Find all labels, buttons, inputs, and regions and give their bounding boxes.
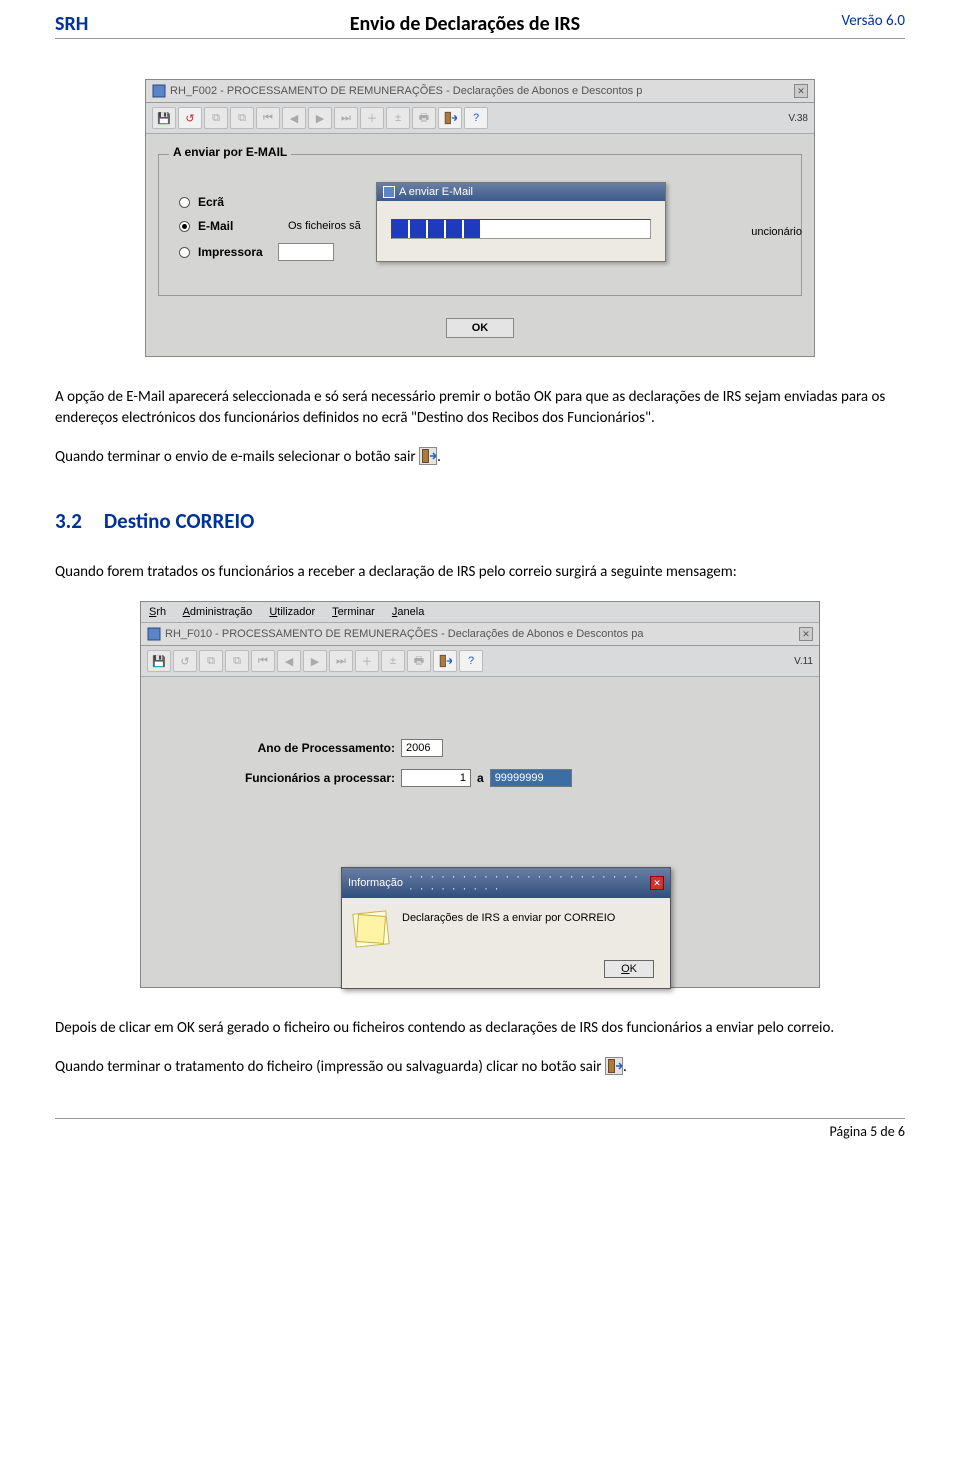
copy-icon[interactable]: ⧉ [204, 107, 228, 129]
save-icon[interactable]: 💾 [152, 107, 176, 129]
paste-icon[interactable]: ⧉ [225, 650, 249, 672]
print-icon[interactable]: 🖶 [407, 650, 431, 672]
window2-toolbar: 💾 ↺ ⧉ ⧉ ⏮ ◀ ▶ ⏭ ＋ ± 🖶 ? V.11 [141, 646, 819, 677]
info-dialog-titlebar: Informação · · · · · · · · · · · · · · ·… [342, 868, 670, 898]
paragraph-2b: . [437, 448, 441, 466]
info-dialog-text: Declarações de IRS a enviar por CORREIO [402, 912, 615, 924]
window2-title: RH_F010 - PROCESSAMENTO DE REMUNERAÇÕES … [165, 628, 643, 640]
ok-button[interactable]: OK [446, 318, 514, 338]
email-send-window: RH_F002 - PROCESSAMENTO DE REMUNERAÇÕES … [145, 79, 815, 357]
page-number: Página 5 de 6 [829, 1123, 905, 1140]
window2-titlebar: RH_F010 - PROCESSAMENTO DE REMUNERAÇÕES … [141, 623, 819, 646]
prev-icon[interactable]: ◀ [277, 650, 301, 672]
radio-ecra[interactable] [179, 197, 190, 208]
paragraph-5a: Quando terminar o tratamento do ficheiro… [55, 1058, 605, 1076]
paragraph-5b: . [623, 1058, 627, 1076]
help-icon[interactable]: ? [464, 107, 488, 129]
menu-srh[interactable]: Srh [149, 606, 166, 618]
window-titlebar: RH_F002 - PROCESSAMENTO DE REMUNERAÇÕES … [146, 80, 814, 103]
doc-header: SRH Envio de Declarações de IRS Versão 6… [55, 12, 905, 39]
window2-version: V.11 [794, 656, 813, 667]
paragraph-2a: Quando terminar o envio de e-mails selec… [55, 448, 419, 466]
files-text: Os ficheiros sã [288, 220, 361, 232]
last-icon[interactable]: ⏭ [329, 650, 353, 672]
header-title: Envio de Declarações de IRS [88, 12, 841, 36]
menu-terminar[interactable]: Terminar [332, 606, 375, 618]
radio-email-label: E-Mail [198, 219, 250, 233]
undo-icon[interactable]: ↺ [173, 650, 197, 672]
window-toolbar: 💾 ↺ ⧉ ⧉ ⏮ ◀ ▶ ⏭ ＋ ± 🖶 ? V.38 [146, 103, 814, 134]
paragraph-2: Quando terminar o envio de e-mails selec… [55, 447, 905, 468]
next-icon[interactable]: ▶ [303, 650, 327, 672]
undo-icon[interactable]: ↺ [178, 107, 202, 129]
remove-icon[interactable]: ± [381, 650, 405, 672]
section-3-2-heading: 3.2 Destino CORREIO [55, 508, 905, 534]
ano-label: Ano de Processamento: [215, 741, 395, 755]
menu-utilizador[interactable]: Utilizador [269, 606, 315, 618]
header-version: Versão 6.0 [841, 12, 905, 30]
copy-icon[interactable]: ⧉ [199, 650, 223, 672]
correio-window: Srh Administração Utilizador Terminar Ja… [140, 601, 820, 988]
radio-ecra-label: Ecrã [198, 195, 224, 209]
impressora-input[interactable] [278, 243, 334, 261]
exit-door-icon[interactable] [438, 107, 462, 129]
print-icon[interactable]: 🖶 [412, 107, 436, 129]
header-left: SRH [55, 12, 88, 36]
menubar: Srh Administração Utilizador Terminar Ja… [141, 602, 819, 623]
remove-icon[interactable]: ± [386, 107, 410, 129]
menu-administracao[interactable]: Administração [183, 606, 253, 618]
radio-impressora-label: Impressora [198, 245, 270, 259]
paragraph-5: Quando terminar o tratamento do ficheiro… [55, 1057, 905, 1078]
add-icon[interactable]: ＋ [355, 650, 379, 672]
first-icon[interactable]: ⏮ [251, 650, 275, 672]
section-number: 3.2 [55, 508, 82, 534]
prev-icon[interactable]: ◀ [282, 107, 306, 129]
paragraph-1: A opção de E-Mail aparecerá seleccionada… [55, 387, 905, 429]
section-title: Destino CORREIO [104, 508, 254, 534]
save-icon[interactable]: 💾 [147, 650, 171, 672]
funcionarios-from-input[interactable] [401, 769, 471, 787]
radio-email[interactable] [179, 221, 190, 232]
first-icon[interactable]: ⏮ [256, 107, 280, 129]
footer: Página 5 de 6 [55, 1118, 905, 1140]
funcionarios-to-input[interactable] [490, 769, 572, 787]
close-icon[interactable]: ✕ [794, 84, 808, 98]
app-icon [152, 84, 166, 98]
exit-door-icon [419, 447, 437, 465]
group-legend: A enviar por E-MAIL [169, 145, 291, 159]
add-icon[interactable]: ＋ [360, 107, 384, 129]
funcionarios-sep: a [477, 771, 484, 785]
progress-title-text: A enviar E-Mail [399, 186, 473, 198]
right-fragment-text: uncionário [751, 226, 802, 238]
note-icon [354, 912, 388, 946]
menu-janela[interactable]: Janela [392, 606, 424, 618]
last-icon[interactable]: ⏭ [334, 107, 358, 129]
info-dialog-title: Informação [348, 877, 403, 889]
help-icon[interactable]: ? [459, 650, 483, 672]
paragraph-4: Depois de clicar em OK será gerado o fic… [55, 1018, 905, 1039]
exit-door-icon[interactable] [433, 650, 457, 672]
funcionarios-label: Funcionários a processar: [215, 771, 395, 785]
radio-impressora[interactable] [179, 247, 190, 258]
ano-input[interactable] [401, 739, 443, 757]
progress-dialog: A enviar E-Mail [376, 182, 666, 262]
app-icon [147, 627, 161, 641]
close-icon[interactable]: ✕ [650, 876, 664, 890]
mail-icon [383, 186, 395, 198]
next-icon[interactable]: ▶ [308, 107, 332, 129]
info-dialog: Informação · · · · · · · · · · · · · · ·… [341, 867, 671, 989]
window-title: RH_F002 - PROCESSAMENTO DE REMUNERAÇÕES … [170, 85, 642, 97]
paragraph-3: Quando forem tratados os funcionários a … [55, 562, 905, 583]
paste-icon[interactable]: ⧉ [230, 107, 254, 129]
exit-door-icon [605, 1057, 623, 1075]
window-version: V.38 [788, 113, 808, 124]
close-icon[interactable]: ✕ [799, 627, 813, 641]
progress-bar [391, 219, 651, 239]
info-ok-button[interactable]: OK [604, 960, 654, 978]
progress-dialog-title: A enviar E-Mail [377, 183, 665, 201]
